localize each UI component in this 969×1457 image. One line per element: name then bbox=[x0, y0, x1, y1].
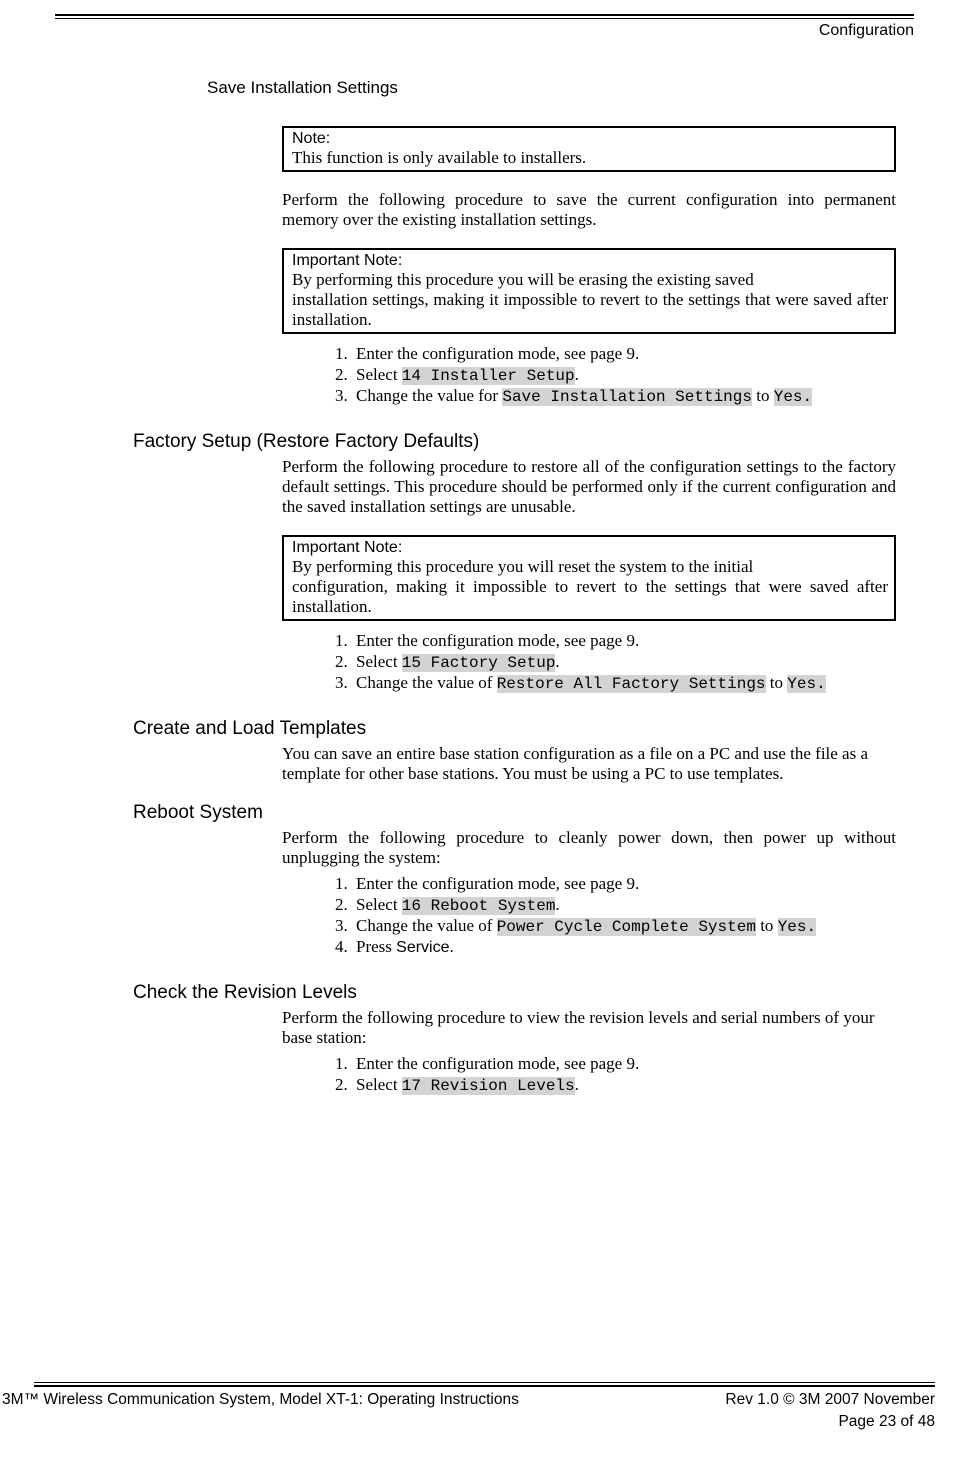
important-note-box: Important Note: By performing this proce… bbox=[282, 248, 896, 334]
list-item: Enter the configuration mode, see page 9… bbox=[352, 344, 914, 364]
important-note-body: installation settings, making it impossi… bbox=[292, 290, 888, 330]
note-box: Note: This function is only available to… bbox=[282, 126, 896, 172]
menu-value: Yes. bbox=[774, 388, 812, 406]
footer-left: 3M™ Wireless Communication System, Model… bbox=[2, 1391, 519, 1409]
menu-option: 16 Reboot System bbox=[402, 897, 556, 915]
menu-value: Yes. bbox=[787, 675, 825, 693]
list-item: Press Service. bbox=[352, 937, 914, 957]
list-item: Change the value of Power Cycle Complete… bbox=[352, 916, 914, 936]
paragraph: You can save an entire base station conf… bbox=[282, 744, 896, 784]
menu-value: Yes. bbox=[778, 918, 816, 936]
menu-option: 14 Installer Setup bbox=[402, 367, 575, 385]
page-number: Page 23 of 48 bbox=[0, 1409, 969, 1431]
menu-option: 15 Factory Setup bbox=[402, 654, 556, 672]
ordered-list: Enter the configuration mode, see page 9… bbox=[55, 631, 914, 693]
important-note-body: By performing this procedure you will re… bbox=[292, 557, 888, 577]
important-note-label: Important Note: bbox=[292, 252, 888, 270]
note-body: This function is only available to insta… bbox=[292, 148, 888, 168]
list-item: Enter the configuration mode, see page 9… bbox=[352, 874, 914, 894]
heading-revision-levels: Check the Revision Levels bbox=[55, 958, 914, 1004]
header-section: Configuration bbox=[55, 21, 914, 40]
list-item: Select 15 Factory Setup. bbox=[352, 652, 914, 672]
footer-right: Rev 1.0 © 3M 2007 November bbox=[725, 1391, 935, 1409]
list-item: Change the value of Restore All Factory … bbox=[352, 673, 914, 693]
paragraph: Perform the following procedure to resto… bbox=[282, 457, 896, 517]
page-footer: 3M™ Wireless Communication System, Model… bbox=[0, 1382, 969, 1431]
ordered-list: Enter the configuration mode, see page 9… bbox=[55, 344, 914, 406]
paragraph: Perform the following procedure to view … bbox=[282, 1008, 896, 1048]
heading-reboot-system: Reboot System bbox=[55, 784, 914, 824]
menu-option: Power Cycle Complete System bbox=[497, 918, 756, 936]
ordered-list: Enter the configuration mode, see page 9… bbox=[55, 1054, 914, 1095]
important-note-body: By performing this procedure you will be… bbox=[292, 270, 888, 290]
paragraph: Perform the following procedure to save … bbox=[282, 190, 896, 230]
list-item: Change the value for Save Installation S… bbox=[352, 386, 914, 406]
menu-option: Save Installation Settings bbox=[502, 388, 752, 406]
note-label: Note: bbox=[292, 130, 888, 148]
ordered-list: Enter the configuration mode, see page 9… bbox=[55, 874, 914, 957]
list-item: Enter the configuration mode, see page 9… bbox=[352, 631, 914, 651]
important-note-box: Important Note: By performing this proce… bbox=[282, 535, 896, 621]
list-item: Select 17 Revision Levels. bbox=[352, 1075, 914, 1095]
menu-option: Restore All Factory Settings bbox=[497, 675, 766, 693]
button-label-service: Service bbox=[396, 939, 449, 956]
important-note-label: Important Note: bbox=[292, 539, 888, 557]
menu-option: 17 Revision Levels bbox=[402, 1077, 575, 1095]
list-item: Select 16 Reboot System. bbox=[352, 895, 914, 915]
list-item: Enter the configuration mode, see page 9… bbox=[352, 1054, 914, 1074]
heading-create-templates: Create and Load Templates bbox=[55, 694, 914, 740]
heading-save-installation: Save Installation Settings bbox=[55, 78, 914, 98]
paragraph: Perform the following procedure to clean… bbox=[282, 828, 896, 868]
important-note-body: configuration, making it impossible to r… bbox=[292, 577, 888, 617]
list-item: Select 14 Installer Setup. bbox=[352, 365, 914, 385]
heading-factory-setup: Factory Setup (Restore Factory Defaults) bbox=[55, 407, 914, 453]
